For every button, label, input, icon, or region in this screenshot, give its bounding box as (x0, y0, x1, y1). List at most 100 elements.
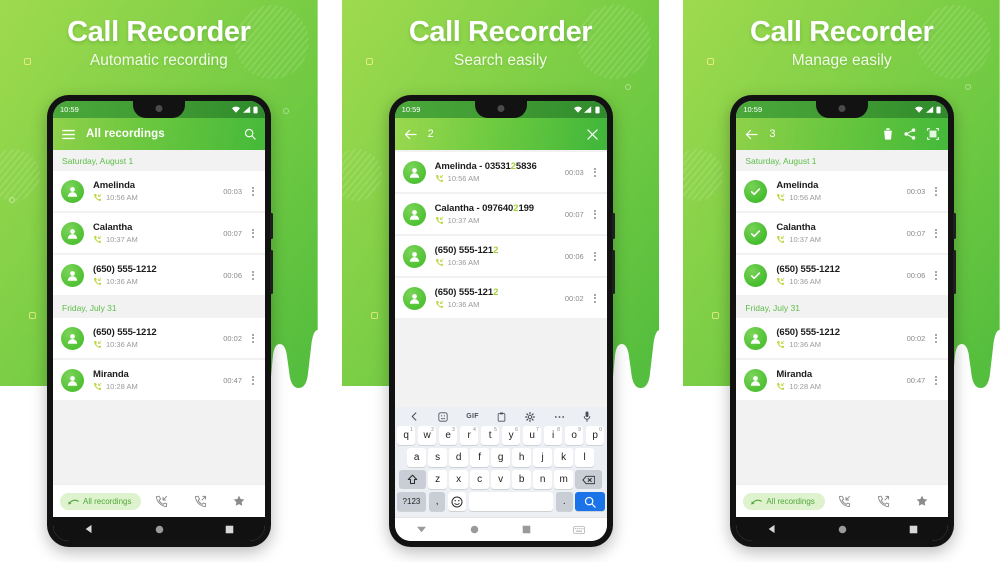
key-i[interactable]: i8 (543, 426, 563, 445)
incoming-call-icon[interactable] (838, 495, 851, 508)
key-a[interactable]: a (407, 448, 426, 467)
table-row[interactable]: Calantha 10:37 AM 00:07 (53, 213, 265, 253)
close-icon[interactable] (586, 128, 598, 140)
on-screen-keyboard[interactable]: GIF q1 w2 e3 r4 t5 y6 u7 i8 o 9 p 0 a s … (394, 407, 607, 517)
star-icon[interactable] (233, 495, 245, 507)
key-g[interactable]: g (491, 448, 510, 467)
key-v[interactable]: v (491, 470, 510, 489)
list-item[interactable]: Amelinda - 0353125836 10:56 AM 00:03 (394, 152, 607, 192)
volume-button[interactable] (953, 250, 957, 294)
key-r[interactable]: r4 (459, 426, 479, 445)
overflow-menu-icon[interactable] (932, 375, 940, 385)
recents-icon[interactable] (522, 525, 531, 534)
incoming-call-icon[interactable] (155, 495, 168, 508)
key-h[interactable]: h (512, 448, 531, 467)
key-t[interactable]: t5 (480, 426, 500, 445)
recents-icon[interactable] (225, 525, 234, 534)
overflow-menu-icon[interactable] (932, 186, 940, 196)
overflow-menu-icon[interactable] (249, 270, 257, 280)
emoji-icon[interactable] (447, 492, 467, 511)
table-row[interactable]: (650) 555-1212 10:36 AM 00:02 (53, 318, 265, 358)
key-k[interactable]: k (554, 448, 573, 467)
avatar-selected[interactable] (744, 263, 768, 287)
numeric-toggle-key[interactable]: ?123 (396, 492, 427, 511)
period-key[interactable]: . (555, 492, 573, 511)
back-arrow-icon[interactable] (404, 129, 417, 140)
overflow-menu-icon[interactable] (249, 375, 257, 385)
delete-icon[interactable] (883, 128, 893, 140)
key-f[interactable]: f (470, 448, 489, 467)
home-icon[interactable] (838, 525, 847, 534)
key-n[interactable]: n (533, 470, 552, 489)
avatar-selected[interactable] (744, 221, 768, 245)
sticker-icon[interactable] (438, 411, 448, 422)
back-arrow-icon[interactable] (745, 129, 758, 140)
key-q[interactable]: q1 (396, 426, 416, 445)
overflow-menu-icon[interactable] (591, 209, 599, 219)
key-d[interactable]: d (449, 448, 468, 467)
key-u[interactable]: u7 (522, 426, 542, 445)
table-row[interactable]: (650) 555-1212 10:36 AM 00:02 (736, 318, 949, 358)
power-button[interactable] (270, 213, 273, 239)
space-key[interactable] (468, 492, 554, 511)
select-all-icon[interactable] (927, 128, 940, 140)
outgoing-call-icon[interactable] (877, 495, 890, 508)
search-key-icon[interactable] (575, 492, 605, 511)
list-item[interactable]: (650) 555-1212 10:36 AM 00:02 (394, 278, 607, 318)
search-results-list[interactable]: Amelinda - 0353125836 10:56 AM 00:03 Cal… (394, 150, 607, 407)
recents-icon[interactable] (909, 525, 918, 534)
list-item[interactable]: (650) 555-1212 10:36 AM 00:06 (394, 236, 607, 276)
key-l[interactable]: l (575, 448, 594, 467)
key-o[interactable]: o9 (564, 426, 584, 445)
more-dots-icon[interactable] (554, 415, 565, 419)
key-b[interactable]: b (512, 470, 531, 489)
microphone-icon[interactable] (583, 411, 591, 422)
list-item[interactable]: Calantha - 0976402199 10:37 AM 00:07 (394, 194, 607, 234)
back-icon[interactable] (767, 524, 777, 534)
search-icon[interactable] (244, 128, 256, 140)
search-input[interactable]: 2 (428, 128, 576, 140)
key-c[interactable]: c (470, 470, 489, 489)
table-row[interactable]: (650) 555-1212 10:36 AM 00:06 (736, 255, 949, 295)
key-p[interactable]: p0 (585, 426, 605, 445)
home-icon[interactable] (470, 525, 479, 534)
key-y[interactable]: y6 (501, 426, 521, 445)
table-row[interactable]: Amelinda 10:56 AM 00:03 (736, 171, 949, 211)
key-e[interactable]: e3 (438, 426, 458, 445)
key-s[interactable]: s (428, 448, 447, 467)
avatar-selected[interactable] (744, 179, 768, 203)
share-icon[interactable] (904, 128, 916, 140)
key-w[interactable]: w2 (417, 426, 437, 445)
star-icon[interactable] (916, 495, 928, 507)
settings-gear-icon[interactable] (525, 411, 536, 422)
overflow-menu-icon[interactable] (932, 228, 940, 238)
avatar[interactable] (744, 326, 768, 350)
filter-all-recordings[interactable]: All recordings (743, 492, 825, 510)
recordings-list-1[interactable]: Saturday, August 1 Amelinda 10:56 AM 00:… (53, 150, 265, 484)
overflow-menu-icon[interactable] (591, 251, 599, 261)
key-x[interactable]: x (449, 470, 468, 489)
table-row[interactable]: Miranda 10:28 AM 00:47 (736, 360, 949, 400)
overflow-menu-icon[interactable] (591, 293, 599, 303)
clipboard-icon[interactable] (497, 412, 506, 422)
hide-keyboard-icon[interactable] (416, 525, 427, 534)
overflow-menu-icon[interactable] (932, 333, 940, 343)
volume-button[interactable] (270, 250, 273, 294)
power-button[interactable] (953, 213, 957, 239)
table-row[interactable]: Calantha 10:37 AM 00:07 (736, 213, 949, 253)
key-j[interactable]: j (533, 448, 552, 467)
overflow-menu-icon[interactable] (249, 186, 257, 196)
overflow-menu-icon[interactable] (249, 228, 257, 238)
comma-key[interactable]: , (428, 492, 446, 511)
backspace-icon[interactable] (575, 470, 603, 489)
keyboard-switch-icon[interactable] (573, 525, 586, 534)
table-row[interactable]: Miranda 10:28 AM 00:47 (53, 360, 265, 400)
overflow-menu-icon[interactable] (932, 270, 940, 280)
key-m[interactable]: m (554, 470, 573, 489)
back-chevron-icon[interactable] (410, 412, 419, 421)
table-row[interactable]: (650) 555-1212 10:36 AM 00:06 (53, 255, 265, 295)
power-button[interactable] (611, 213, 615, 239)
outgoing-call-icon[interactable] (194, 495, 207, 508)
table-row[interactable]: Amelinda 10:56 AM 00:03 (53, 171, 265, 211)
avatar[interactable] (744, 368, 768, 392)
